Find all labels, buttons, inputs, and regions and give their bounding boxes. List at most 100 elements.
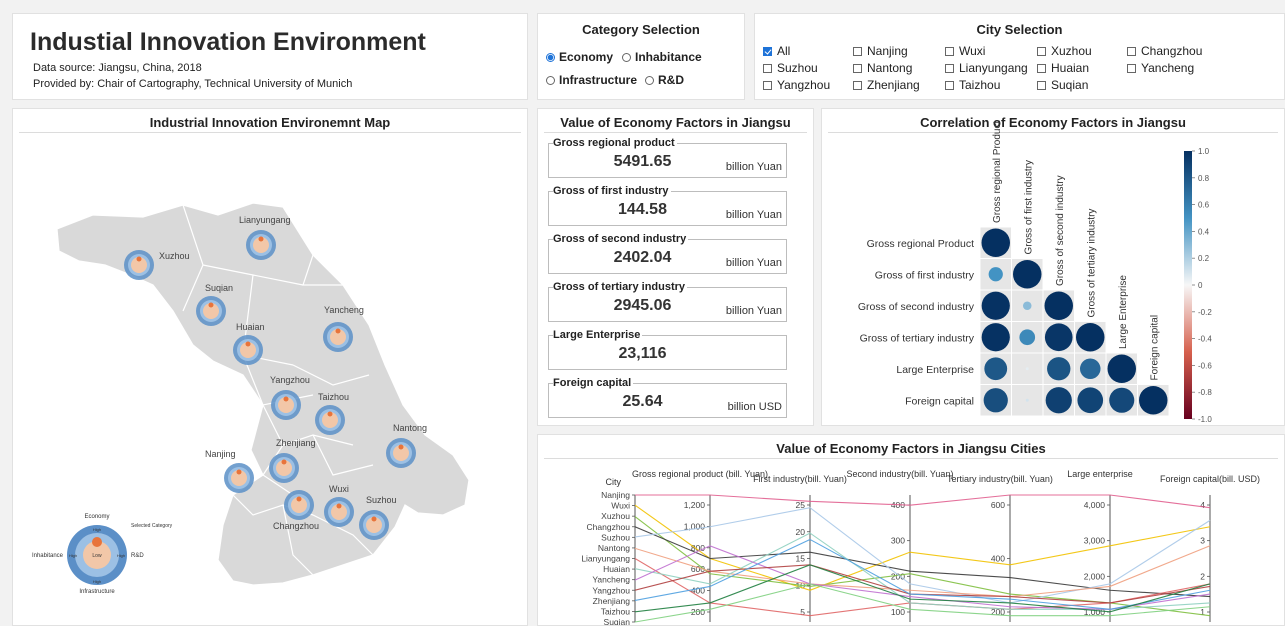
corr-row-label: Large Enterprise: [896, 364, 974, 376]
parallel-axis-label: Second industry(bill. Yuan): [847, 469, 954, 479]
city-ring-nanjing[interactable]: [224, 463, 254, 493]
value-number: 25.64: [622, 393, 663, 410]
corr-circle: [1044, 291, 1073, 320]
scale-tick: -1.0: [1198, 415, 1212, 424]
parallel-line: [634, 564, 1211, 604]
parallel-tick: 20: [796, 527, 806, 537]
scale-tick: 1.0: [1198, 147, 1210, 156]
city-ring-zhenjiang[interactable]: [269, 453, 299, 483]
parallel-tick: Taizhou: [601, 606, 631, 616]
radio-inhabitance[interactable]: Inhabitance: [622, 50, 702, 64]
city-ring-wuxi[interactable]: [324, 497, 354, 527]
corr-circle: [1139, 386, 1168, 415]
corr-col-label: Gross regional Product: [992, 121, 1003, 223]
city-ring-suqian[interactable]: [196, 296, 226, 326]
corr-row-label: Foreign capital: [905, 395, 974, 407]
corr-circle: [984, 357, 1008, 381]
value-box: Large Enterprise 23,116: [548, 329, 787, 370]
value-title: Value of Economy Factors in Jiangsu: [560, 115, 791, 130]
parallel-tick: Huaian: [603, 564, 630, 574]
radio-selected-icon: [546, 52, 555, 62]
value-box: Gross of tertiary industry 2945.06 billion…: [548, 281, 787, 322]
value-number: 2945.06: [613, 297, 672, 314]
radio-infrastructure[interactable]: Infrastructure: [546, 73, 637, 87]
checkbox-icon: [945, 63, 954, 73]
city-checkbox-changzhou[interactable]: Changzhou: [1127, 44, 1202, 58]
parallel-tick: Xuzhou: [601, 511, 630, 521]
page-title: Industial Innovation Environment: [30, 28, 426, 56]
city-checkbox-yangzhou[interactable]: Yangzhou: [763, 78, 830, 92]
parallel-tick: Yancheng: [592, 575, 630, 585]
corr-circle: [1107, 354, 1136, 383]
city-ring-changzhou[interactable]: [284, 490, 314, 520]
checkbox-icon: [763, 46, 772, 56]
value-unit: billion Yuan: [725, 209, 782, 221]
city-ring-huaian[interactable]: [233, 335, 263, 365]
parallel-line: [634, 507, 1211, 604]
jiangsu-map: Lianyungang Xuzhou Suqian Yancheng Huaian Yan…: [32, 202, 470, 595]
corr-circle: [1076, 323, 1105, 352]
parallel-tick: Wuxi: [611, 501, 630, 511]
city-label: Suzhou: [366, 495, 397, 505]
scale-tick: 0.2: [1198, 254, 1210, 263]
value-box: Gross regional product 5491.65 billion Yua…: [548, 137, 787, 178]
corr-row-label: Gross of first industry: [875, 269, 975, 281]
city-ring-yancheng[interactable]: [323, 322, 353, 352]
city-ring-yangzhou[interactable]: [271, 390, 301, 420]
parallel-tick: 300: [891, 536, 905, 546]
city-label: Yancheng: [324, 305, 364, 315]
city-ring-lianyungang[interactable]: [246, 230, 276, 260]
checkbox-icon: [1037, 80, 1046, 90]
city-ring-xuzhou[interactable]: [124, 250, 154, 280]
city-checkbox-zhenjiang[interactable]: Zhenjiang: [853, 78, 920, 92]
city-checkbox-taizhou[interactable]: Taizhou: [945, 78, 1000, 92]
scale-tick: -0.8: [1198, 388, 1212, 397]
city-label: Lianyungang: [239, 215, 291, 225]
city-checkbox-lianyungang[interactable]: Lianyungang: [945, 61, 1028, 75]
city-checkbox-all[interactable]: All: [763, 44, 790, 58]
city-checkbox-wuxi[interactable]: Wuxi: [945, 44, 985, 58]
parallel-axis-label: City: [606, 477, 622, 487]
city-checkbox-xuzhou[interactable]: Xuzhou: [1037, 44, 1092, 58]
corr-row-label: Gross of tertiary industry: [860, 332, 975, 344]
city-checkbox-suzhou[interactable]: Suzhou: [763, 61, 818, 75]
value-unit: billion Yuan: [725, 305, 782, 317]
city-checkbox-huaian[interactable]: Huaian: [1037, 61, 1089, 75]
value-number: 23,116: [618, 345, 667, 362]
radio-economy[interactable]: Economy: [546, 50, 613, 64]
city-label: Taizhou: [318, 392, 349, 402]
svg-text:Low: Low: [92, 553, 102, 559]
corr-circle: [983, 388, 1008, 413]
value-unit: billion Yuan: [725, 257, 782, 269]
parallel-axis-label: Tertiary industry(bill. Yuan): [947, 474, 1053, 484]
corr-col-label: Gross of second industry: [1055, 175, 1066, 286]
parallel-tick: Changzhou: [587, 522, 631, 532]
radio-icon: [546, 75, 555, 85]
city-ring-taizhou[interactable]: [315, 405, 345, 435]
parallel-tick: Yangzhou: [592, 585, 630, 595]
checkbox-icon: [1127, 46, 1136, 56]
checkbox-icon: [945, 46, 954, 56]
corr-col-label: Foreign capital: [1149, 315, 1160, 381]
city-ring-nantong[interactable]: [386, 438, 416, 468]
value-label: Foreign capital: [553, 377, 634, 389]
city-ring-suzhou[interactable]: [359, 510, 389, 540]
city-checkbox-suqian[interactable]: Suqian: [1037, 78, 1088, 92]
svg-text:Infrastructure: Infrastructure: [79, 589, 115, 595]
map-title: Industrial Innovation Environemnt Map: [149, 115, 391, 130]
value-panel: Value of Economy Factors in Jiangsu Gros…: [537, 108, 814, 426]
value-box: Gross of first industry 144.58 billion Yua…: [548, 185, 787, 226]
parallel-tick: Zhenjiang: [593, 596, 631, 606]
city-checkbox-nantong[interactable]: Nantong: [853, 61, 912, 75]
city-checkbox-nanjing[interactable]: Nanjing: [853, 44, 908, 58]
category-title: Category Selection: [582, 22, 700, 37]
parallel-tick: Suqian: [604, 617, 631, 625]
radio-icon: [622, 52, 631, 62]
value-label: Gross of second industry: [553, 233, 689, 245]
corr-circle: [981, 291, 1010, 320]
city-checkbox-yancheng[interactable]: Yancheng: [1127, 61, 1194, 75]
parallel-axis-label: First industry(bill. Yuan): [753, 474, 847, 484]
radio-rd[interactable]: R&D: [645, 73, 684, 87]
scale-tick: 0.6: [1198, 201, 1210, 210]
parallel-tick: Lianyungang: [581, 554, 630, 564]
